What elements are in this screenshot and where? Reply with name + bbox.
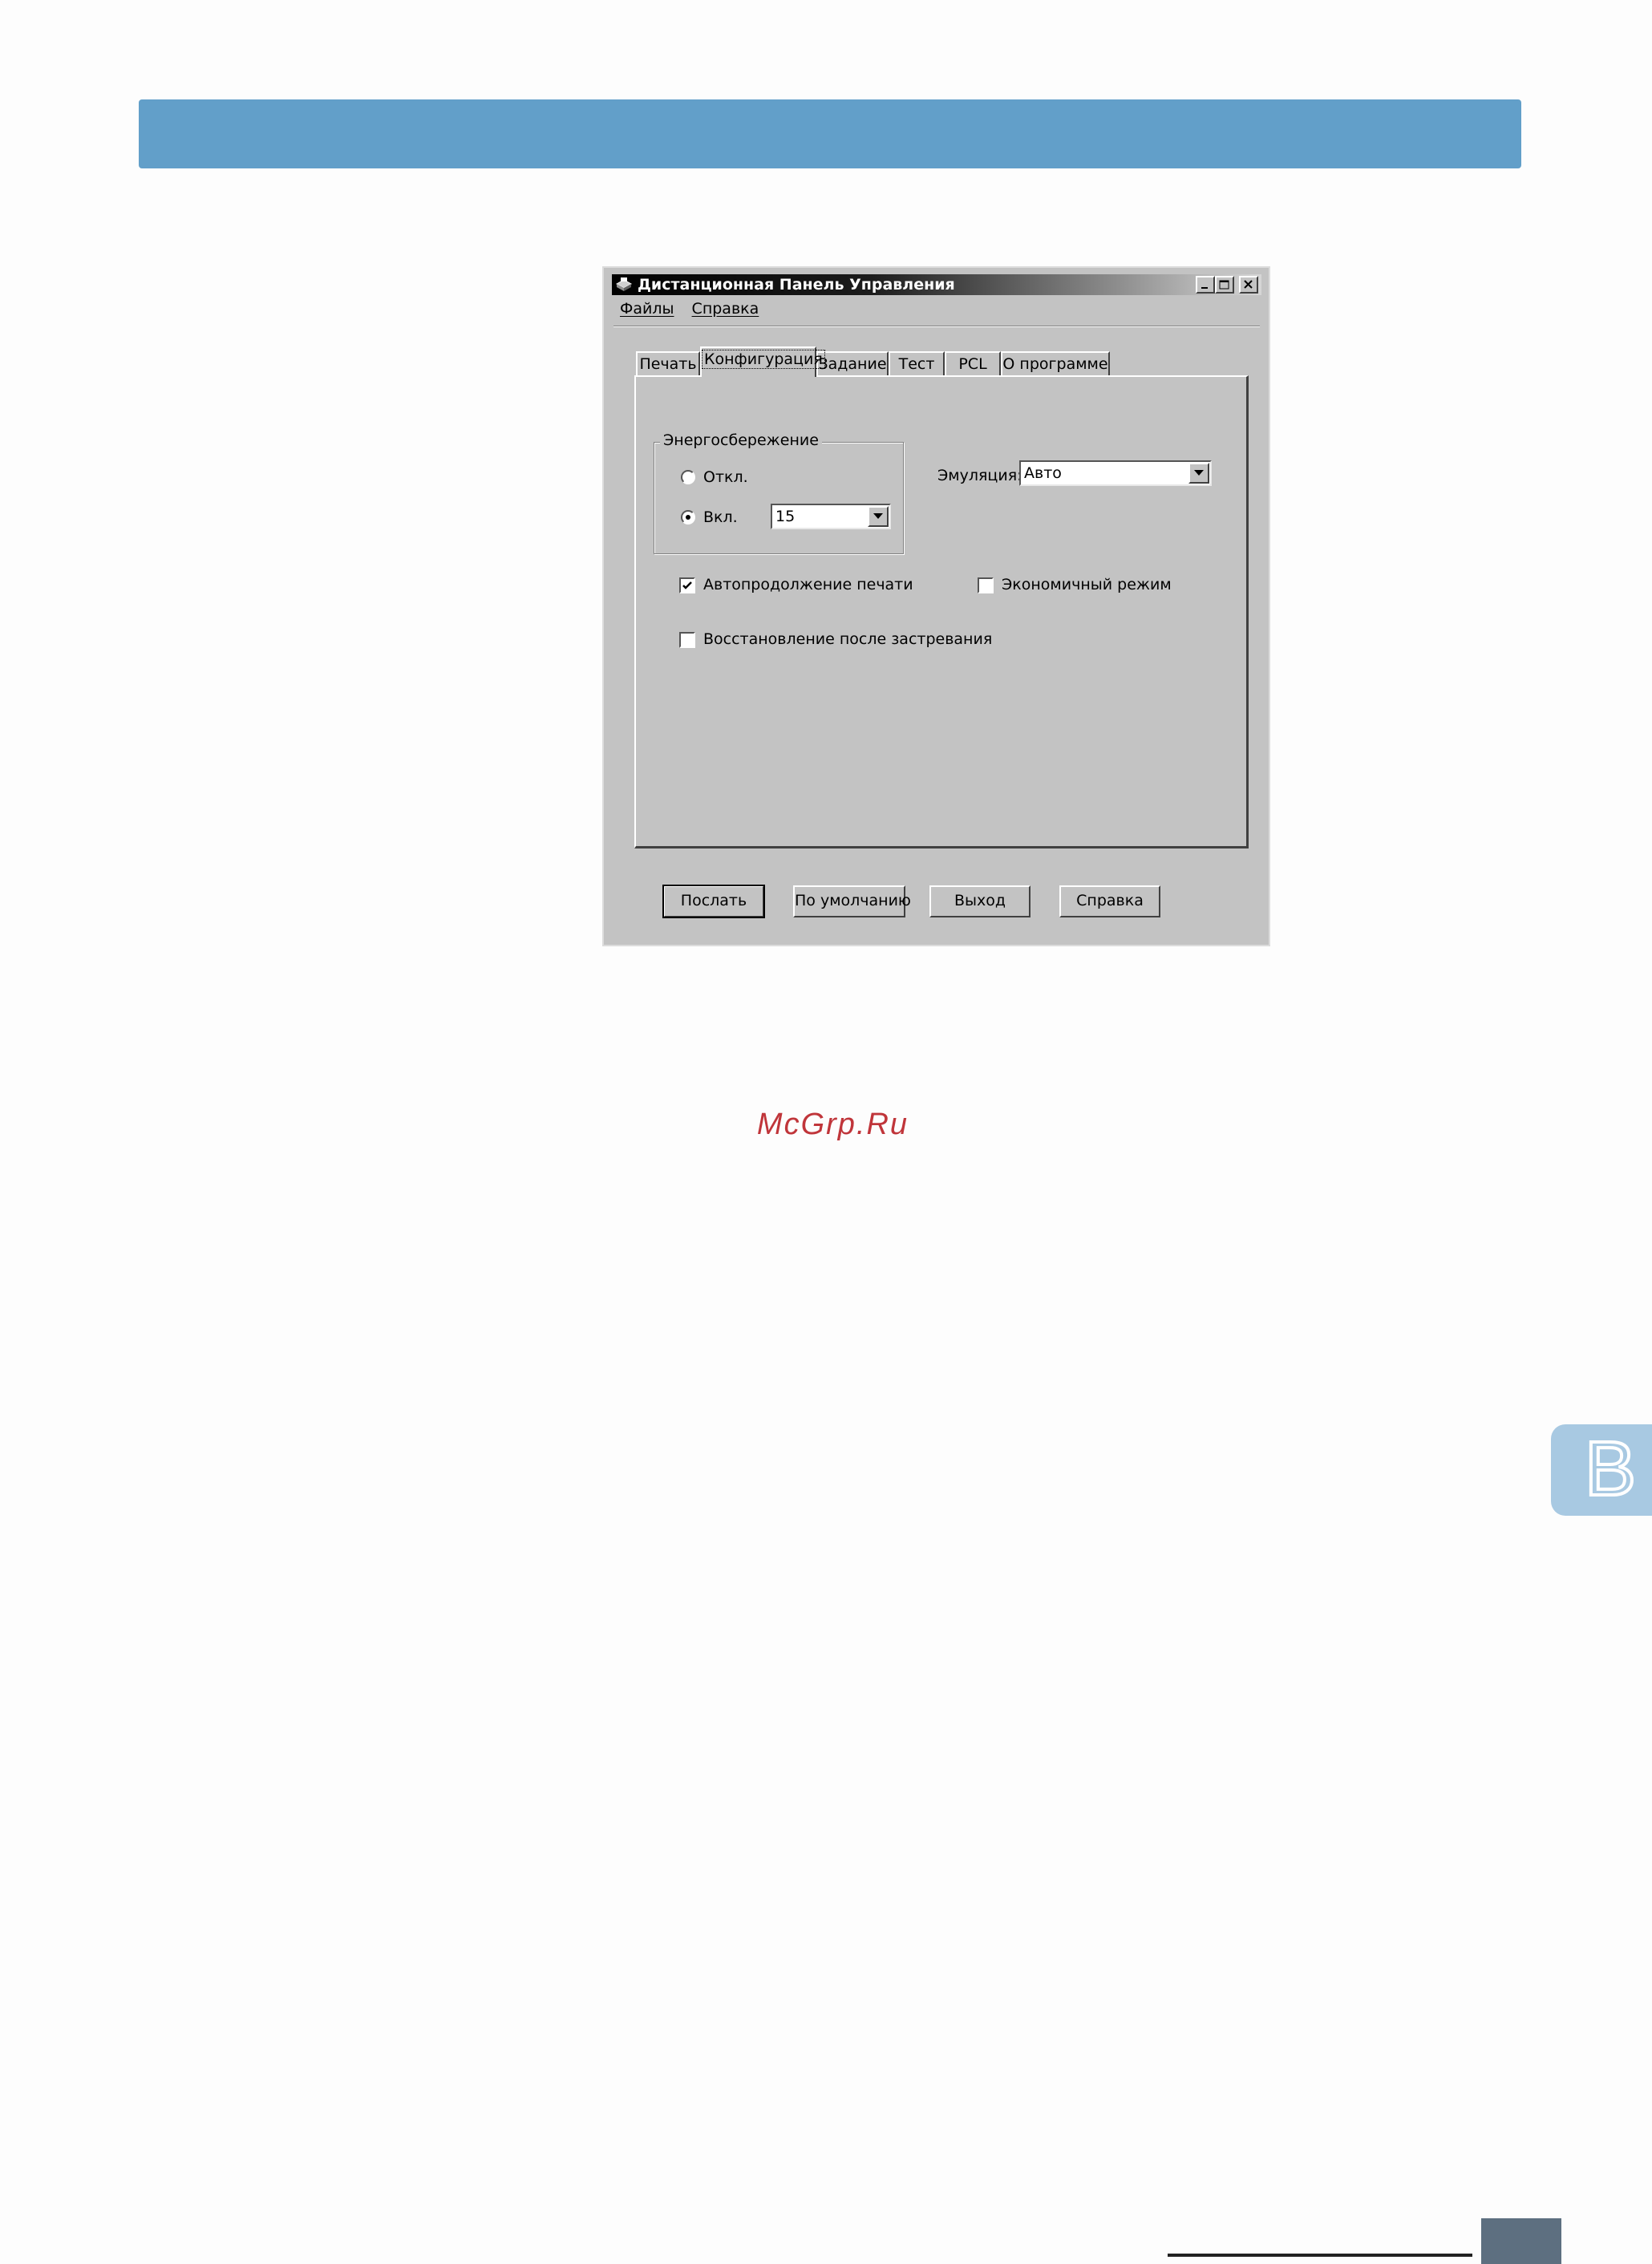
help-button[interactable]: Справка (1059, 885, 1160, 917)
power-save-on-radio[interactable] (681, 510, 695, 524)
tab-test-label: Тест (898, 355, 935, 373)
emulation-value: Авто (1024, 464, 1062, 482)
economy-mode-label: Экономичный режим (1002, 576, 1172, 593)
menu-bar: Файлы Справка (620, 300, 771, 321)
tab-test[interactable]: Тест (889, 351, 945, 375)
tab-configuration-label: Конфигурация (702, 350, 825, 369)
menu-separator (613, 326, 1260, 327)
footer-rule (1168, 2254, 1472, 2257)
printer-icon (615, 277, 633, 293)
page-number-box (1481, 2218, 1561, 2264)
emulation-select[interactable]: Авто (1019, 460, 1212, 486)
checkmark-icon (682, 581, 692, 589)
tab-pcl[interactable]: PCL (945, 351, 1001, 375)
economy-mode-checkbox[interactable] (978, 577, 994, 593)
power-save-timeout-select[interactable]: 15 (771, 504, 891, 529)
jam-recovery-checkbox[interactable] (679, 632, 695, 648)
menu-help[interactable]: Справка (692, 300, 759, 318)
tab-about-label: О программе (1002, 355, 1108, 373)
maximize-button[interactable] (1215, 276, 1234, 294)
auto-continue-checkbox[interactable] (679, 577, 695, 593)
tab-configuration[interactable]: Конфигурация (700, 346, 825, 377)
tab-print-label: Печать (639, 355, 697, 373)
section-tab-letter: B (1583, 1426, 1638, 1512)
tab-job[interactable]: Задание (816, 351, 889, 375)
tab-job-label: Задание (818, 355, 887, 373)
menu-files[interactable]: Файлы (620, 300, 674, 318)
minimize-button[interactable] (1196, 276, 1215, 294)
power-save-timeout-value: 15 (775, 508, 796, 525)
watermark-text: McGrp.Ru (756, 1108, 909, 1141)
tab-print[interactable]: Печать (636, 351, 700, 375)
section-tab: B (1551, 1424, 1652, 1516)
chevron-down-icon[interactable] (868, 506, 889, 527)
radio-selected-dot (686, 515, 690, 520)
close-button[interactable] (1239, 276, 1258, 294)
emulation-label: Эмуляция: (937, 467, 1022, 484)
title-bar[interactable]: Дистанционная Панель Управления (612, 274, 1261, 295)
power-save-group (654, 442, 904, 554)
chevron-down-icon[interactable] (1188, 463, 1209, 484)
jam-recovery-label: Восстановление после застревания (703, 630, 993, 648)
exit-button[interactable]: Выход (929, 885, 1030, 917)
power-save-group-label: Энергосбережение (660, 431, 822, 449)
power-save-off-radio[interactable] (681, 470, 695, 484)
power-save-on-label: Вкл. (703, 508, 738, 526)
send-button[interactable]: Послать (662, 885, 765, 918)
tab-about[interactable]: О программе (1001, 351, 1110, 375)
page-header-banner (139, 99, 1521, 168)
remote-control-panel-window: Дистанционная Панель Управления Файлы Сп… (602, 266, 1270, 946)
power-save-off-label: Откл. (703, 468, 748, 486)
tab-pcl-label: PCL (958, 355, 987, 373)
window-title: Дистанционная Панель Управления (638, 276, 955, 294)
defaults-button[interactable]: По умолчанию (793, 885, 911, 917)
auto-continue-label: Автопродолжение печати (703, 576, 913, 593)
